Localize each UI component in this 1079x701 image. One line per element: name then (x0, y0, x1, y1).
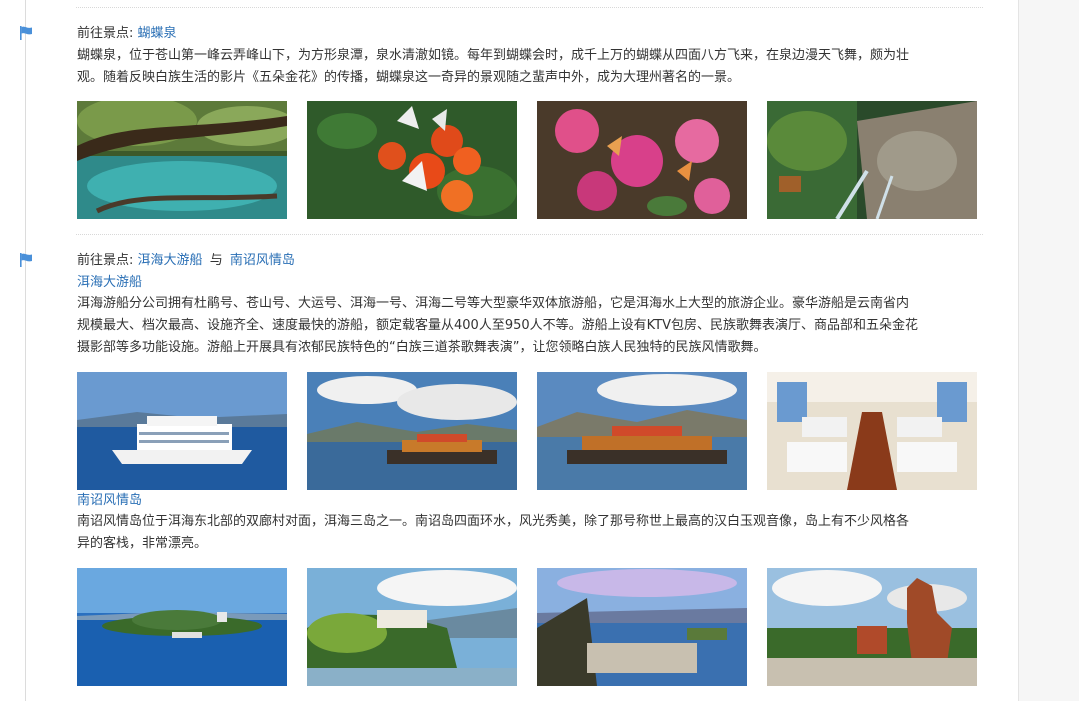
spot-link-butterfly-spring[interactable]: 蝴蝶泉 (138, 26, 177, 41)
joiner-text: 与 (209, 253, 223, 268)
photo-cruise-interior[interactable] (767, 372, 977, 490)
description-line: 规模最大、档次最高、设施齐全、速度最快的游船，额定载客量从400人至950人不等… (77, 318, 918, 333)
destination-line: 前往景点: 蝴蝶泉 (77, 24, 177, 44)
timeline-line (25, 0, 26, 701)
description-line: 洱海游船分公司拥有杜鹃号、苍山号、大运号、洱海一号、洱海二号等大型豪华双体旅游船… (77, 296, 910, 311)
photo-butterflies-orange[interactable] (307, 101, 517, 219)
photo-cruise-ship-lake[interactable] (537, 372, 747, 490)
description-line: 异的客栈，非常漂亮。 (77, 536, 208, 551)
spot-description: 南诏风情岛位于洱海东北部的双廊村对面，洱海三岛之一。南诏岛四面环水，风光秀美，除… (77, 511, 977, 555)
photo-cruise-ship-gold[interactable] (307, 372, 517, 490)
divider (76, 7, 983, 8)
photo-butterflies-pink[interactable] (537, 101, 747, 219)
sub-title-erhai-cruise: 洱海大游船 (77, 275, 143, 290)
right-sidebar (1018, 0, 1079, 701)
photo-island-trees[interactable] (307, 568, 517, 686)
sub-title-nanzhao-island: 南诏风情岛 (77, 493, 143, 508)
photo-dragon-fountain[interactable] (767, 101, 977, 219)
flag-icon (19, 26, 35, 40)
spot-description: 洱海游船分公司拥有杜鹃号、苍山号、大运号、洱海一号、洱海二号等大型豪华双体旅游船… (77, 293, 977, 359)
divider (76, 234, 983, 235)
spot-link-erhai-cruise[interactable]: 洱海大游船 (138, 253, 203, 268)
photo-cruise-ship-white[interactable] (77, 372, 287, 490)
destination-prefix: 前往景点: (77, 26, 134, 41)
spot-description: 蝴蝶泉，位于苍山第一峰云弄峰山下，为方形泉潭，泉水清澈如镜。每年到蝴蝶会时，成千… (77, 45, 977, 89)
photo-island-statue[interactable] (767, 568, 977, 686)
photo-island-village[interactable] (537, 568, 747, 686)
destination-prefix: 前往景点: (77, 253, 134, 268)
description-line: 摄影部等多功能设施。游船上开展具有浓郁民族特色的“白族三道茶歌舞表演”，让您领略… (77, 340, 767, 355)
flag-icon (19, 253, 35, 267)
spot-link-nanzhao-island[interactable]: 南诏风情岛 (230, 253, 295, 268)
photo-spring-pool[interactable] (77, 101, 287, 219)
photo-island-aerial[interactable] (77, 568, 287, 686)
description-line: 南诏风情岛位于洱海东北部的双廊村对面，洱海三岛之一。南诏岛四面环水，风光秀美，除… (77, 514, 910, 529)
destination-line: 前往景点: 洱海大游船 与 南诏风情岛 (77, 251, 295, 271)
description-line: 蝴蝶泉，位于苍山第一峰云弄峰山下，为方形泉潭，泉水清澈如镜。每年到蝴蝶会时，成千… (77, 48, 910, 63)
itinerary-page: 前往景点: 蝴蝶泉 蝴蝶泉，位于苍山第一峰云弄峰山下，为方形泉潭，泉水清澈如镜。… (0, 0, 1018, 701)
description-line: 观。随着反映白族生活的影片《五朵金花》的传播，蝴蝶泉这一奇异的景观随之蜚声中外，… (77, 70, 741, 85)
